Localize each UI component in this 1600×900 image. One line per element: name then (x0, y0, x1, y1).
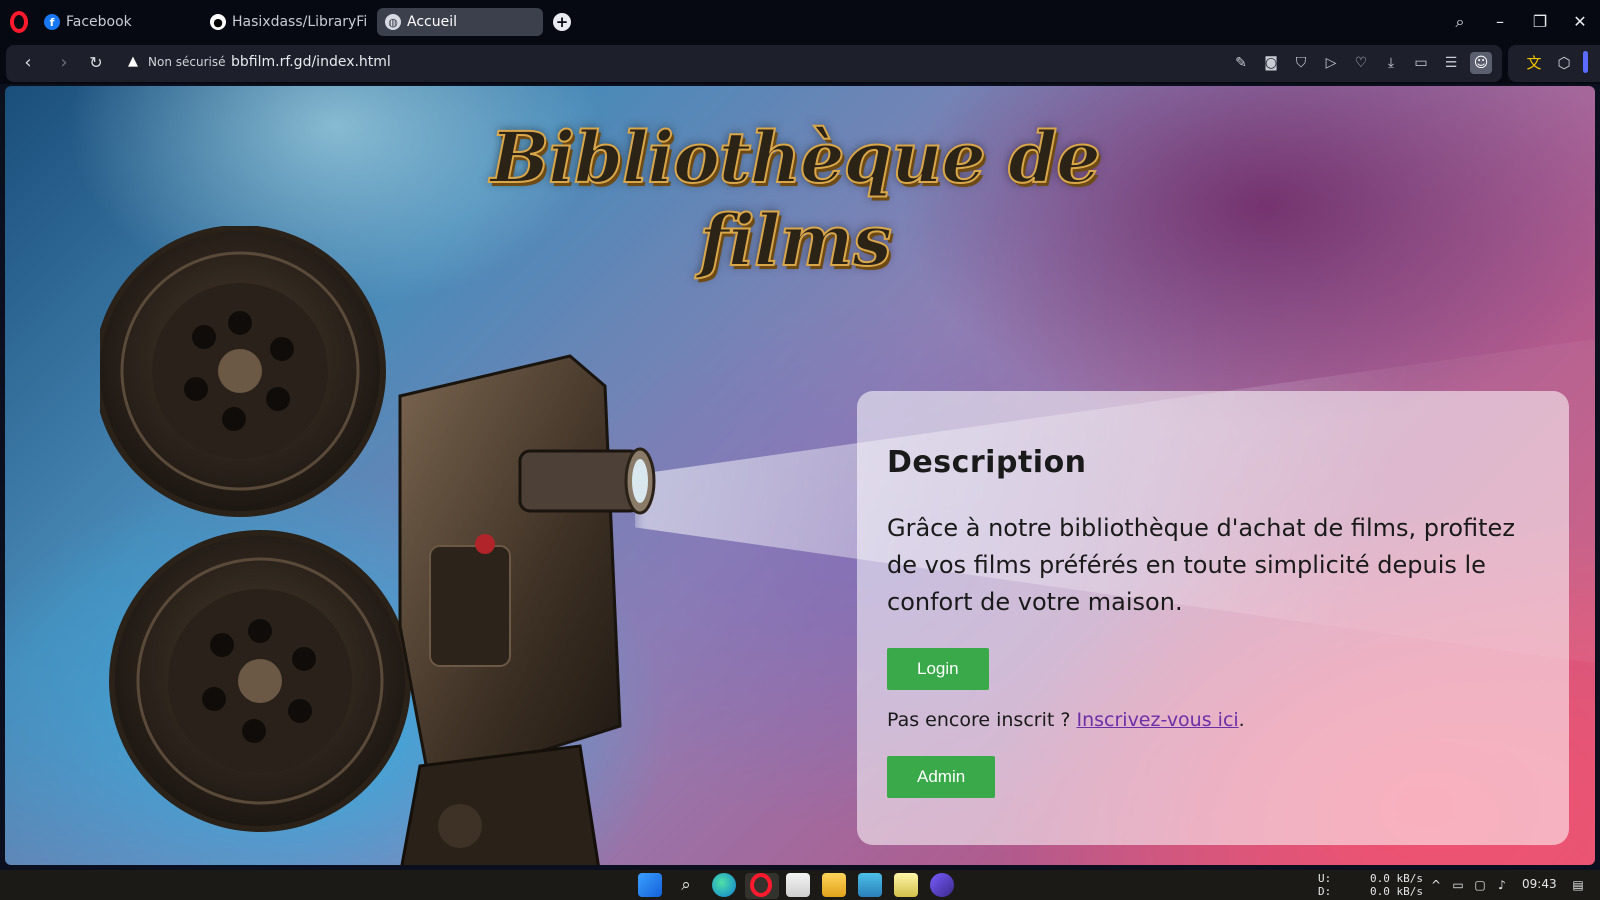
volume-icon[interactable]: ♪ (1494, 877, 1510, 893)
edge-icon[interactable] (712, 873, 736, 897)
battery-tray-icon[interactable]: ▭ (1450, 877, 1466, 893)
shield-icon[interactable]: ⛉ (1290, 52, 1312, 74)
file-explorer-icon[interactable] (822, 873, 846, 897)
download-speed: 0.0 kB/s (1370, 885, 1423, 898)
download-icon[interactable]: ⤓ (1380, 52, 1402, 74)
forward-icon[interactable]: › (52, 51, 76, 75)
lower-reel (109, 530, 411, 832)
clock[interactable]: 09:43 (1522, 877, 1557, 891)
extensions-icon[interactable]: ⬡ (1552, 51, 1576, 75)
windows-taskbar: ⌕ U: D: 0.0 kB/s 0.0 kB/s ^ ▭ ▢ ♪ 09:43 … (0, 870, 1600, 900)
card-heading: Description (887, 445, 1087, 480)
upload-speed: 0.0 kB/s (1370, 872, 1423, 885)
app-icon[interactable] (858, 873, 882, 897)
security-status[interactable]: Non sécurisé (148, 55, 225, 69)
tab-github[interactable]: ● Hasixdass/LibraryFilm (202, 8, 368, 36)
close-icon[interactable]: ✕ (1568, 10, 1592, 34)
minimize-icon[interactable]: – (1488, 10, 1512, 34)
download-label: D: (1318, 885, 1332, 898)
warning-icon: ▲ (128, 54, 138, 69)
card-description: Grâce à notre bibliothèque d'achat de fi… (887, 514, 1515, 616)
signup-suffix: . (1238, 709, 1245, 731)
signup-prompt-text: Pas encore inscrit ? (887, 709, 1077, 731)
description-card: Description Grâce à notre bibliothèque d… (857, 391, 1569, 845)
upper-reel (100, 226, 386, 517)
notifications-icon[interactable]: ▤ (1570, 877, 1586, 893)
url-text[interactable]: bbfilm.rf.gd/index.html (231, 54, 391, 70)
store-icon[interactable] (786, 873, 810, 897)
windows-start-icon[interactable] (638, 873, 662, 897)
profile-icon[interactable]: ☺ (1470, 52, 1492, 74)
signup-link[interactable]: Inscrivez-vous ici (1076, 709, 1238, 731)
camera-icon[interactable]: ◙ (1260, 52, 1282, 74)
network-icon[interactable]: ▢ (1472, 877, 1488, 893)
translate-icon[interactable]: 文 (1522, 51, 1546, 75)
sidebar-accent (1583, 51, 1588, 73)
address-bar[interactable]: ‹ › ↻ ▲ Non sécurisé bbfilm.rf.gd/index.… (6, 45, 1502, 82)
notepad-icon[interactable] (894, 873, 918, 897)
play-icon[interactable]: ▷ (1320, 52, 1342, 74)
tab-accueil[interactable]: ◍ Accueil (377, 8, 543, 36)
heart-icon[interactable]: ♡ (1350, 52, 1372, 74)
restore-icon[interactable]: ❐ (1528, 10, 1552, 34)
upload-label: U: (1318, 872, 1332, 885)
browser-toolbar: ‹ › ↻ ▲ Non sécurisé bbfilm.rf.gd/index.… (0, 44, 1600, 84)
signup-prompt: Pas encore inscrit ? Inscrivez-vous ici. (887, 709, 1245, 731)
chevron-up-icon[interactable]: ^ (1428, 877, 1444, 893)
github-icon: ● (210, 14, 226, 30)
globe-icon: ◍ (385, 14, 401, 30)
opera-menu-icon[interactable] (10, 11, 28, 33)
tab-label: Hasixdass/LibraryFilm (232, 14, 368, 30)
page-viewport: Bibliothèque de films Description Grâce … (5, 86, 1595, 865)
new-tab-button[interactable]: + (553, 13, 571, 31)
admin-button[interactable]: Admin (887, 756, 996, 798)
projector-lens (518, 447, 656, 515)
tab-label: Facebook (66, 14, 132, 30)
reload-icon[interactable]: ↻ (84, 51, 108, 75)
battery-icon[interactable]: ▭ (1410, 52, 1432, 74)
easy-setup-icon[interactable]: ☰ (1440, 52, 1462, 74)
login-button[interactable]: Login (887, 648, 989, 690)
tab-label: Accueil (407, 14, 457, 30)
app-icon-purple[interactable] (930, 873, 954, 897)
film-projector-image (100, 226, 656, 865)
back-icon[interactable]: ‹ (16, 51, 40, 75)
search-tabs-icon[interactable]: ⌕ (1448, 10, 1472, 34)
facebook-icon: f (44, 14, 60, 30)
tab-facebook[interactable]: f Facebook (36, 8, 202, 36)
browser-tab-strip: f Facebook ● Hasixdass/LibraryFilm ◍ Acc… (0, 0, 1600, 44)
opera-taskbar-icon[interactable] (750, 873, 772, 897)
search-icon[interactable]: ⌕ (674, 873, 698, 897)
edit-icon[interactable]: ✎ (1230, 52, 1252, 74)
